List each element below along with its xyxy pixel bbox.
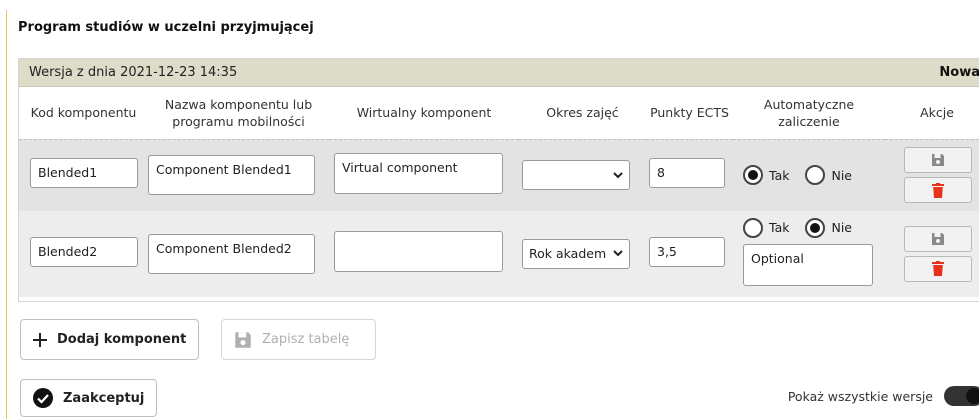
chevron-down-icon <box>613 169 623 182</box>
version-label: Wersja z dnia 2021-12-23 14:35 <box>29 65 238 80</box>
auto-yes-label: Tak <box>769 220 790 235</box>
name-input[interactable]: Component Blended1 <box>148 155 315 195</box>
auto-credit-radio-group: Tak Nie <box>733 165 885 185</box>
code-input[interactable]: Blended1 <box>30 158 138 188</box>
save-row-button[interactable] <box>904 225 972 252</box>
header-auto: Automatyczne zaliczenie <box>733 87 885 140</box>
ects-input[interactable]: 3,5 <box>649 236 725 267</box>
components-table: Kod komponentu Nazwa komponentu lub prog… <box>19 87 979 297</box>
trash-icon <box>932 261 944 276</box>
accept-label: Zaakceptuj <box>63 390 145 406</box>
section-title: Program studiów w uczelni przyjmującej <box>18 20 314 35</box>
save-row-button[interactable] <box>904 147 972 173</box>
add-component-button[interactable]: Dodaj komponent <box>20 319 200 360</box>
accept-button[interactable]: Zaakceptuj <box>20 379 158 417</box>
period-select[interactable] <box>522 160 630 190</box>
trash-icon <box>932 182 944 198</box>
auto-no-radio[interactable] <box>805 165 826 185</box>
header-name: Nazwa komponentu lub programu mobilności <box>148 87 329 140</box>
save-table-label: Zapisz tabelę <box>262 332 350 347</box>
name-input[interactable]: Component Blended2 <box>148 233 315 274</box>
table-header-row: Kod komponentu Nazwa komponentu lub prog… <box>19 87 979 140</box>
floppy-disk-icon <box>235 331 251 348</box>
check-circle-icon <box>33 388 53 408</box>
virtual-component-input[interactable] <box>334 231 503 272</box>
floppy-disk-icon <box>932 232 944 245</box>
version-bar: Wersja z dnia 2021-12-23 14:35 Nowa <box>19 59 979 87</box>
table-row: Blended2 Component Blended2 Rok akadem 3… <box>19 211 979 297</box>
auto-yes-radio[interactable] <box>743 217 763 238</box>
header-virtual: Wirtualny komponent <box>329 87 519 140</box>
auto-no-radio[interactable] <box>805 217 826 238</box>
new-version-link[interactable]: Nowa <box>939 65 979 80</box>
components-panel: Wersja z dnia 2021-12-23 14:35 Nowa Kod … <box>18 58 979 302</box>
section-accent-rule <box>6 10 7 419</box>
period-select[interactable]: Rok akadem <box>522 238 630 269</box>
delete-row-button[interactable] <box>904 177 972 203</box>
auto-yes-label: Tak <box>769 167 790 183</box>
auto-no-label: Nie <box>831 220 852 235</box>
ects-input[interactable]: 8 <box>649 158 725 188</box>
floppy-disk-icon <box>932 154 944 166</box>
period-select-value: Rok akadem <box>529 246 607 261</box>
note-input[interactable]: Optional <box>743 243 873 286</box>
plus-icon <box>33 332 47 347</box>
header-ects: Punkty ECTS <box>646 87 733 140</box>
auto-credit-radio-group: Tak Nie <box>733 217 885 238</box>
virtual-component-input[interactable]: Virtual component <box>334 152 503 194</box>
show-all-versions-label: Pokaż wszystkie wersje <box>787 389 933 404</box>
row-actions <box>885 225 979 282</box>
code-input[interactable]: Blended2 <box>30 236 138 267</box>
auto-yes-radio[interactable] <box>743 165 763 185</box>
header-period: Okres zajęć <box>519 87 646 140</box>
show-all-versions-toggle[interactable] <box>944 386 979 406</box>
delete-row-button[interactable] <box>904 255 972 282</box>
header-actions: Akcje <box>885 87 979 140</box>
save-table-button[interactable]: Zapisz tabelę <box>221 319 376 360</box>
header-code: Kod komponentu <box>19 87 148 140</box>
add-component-label: Dodaj komponent <box>57 332 187 347</box>
row-actions <box>885 147 979 203</box>
table-row: Blended1 Component Blended1 Virtual comp… <box>19 139 979 212</box>
auto-no-label: Nie <box>831 167 852 183</box>
chevron-down-icon <box>613 247 623 260</box>
